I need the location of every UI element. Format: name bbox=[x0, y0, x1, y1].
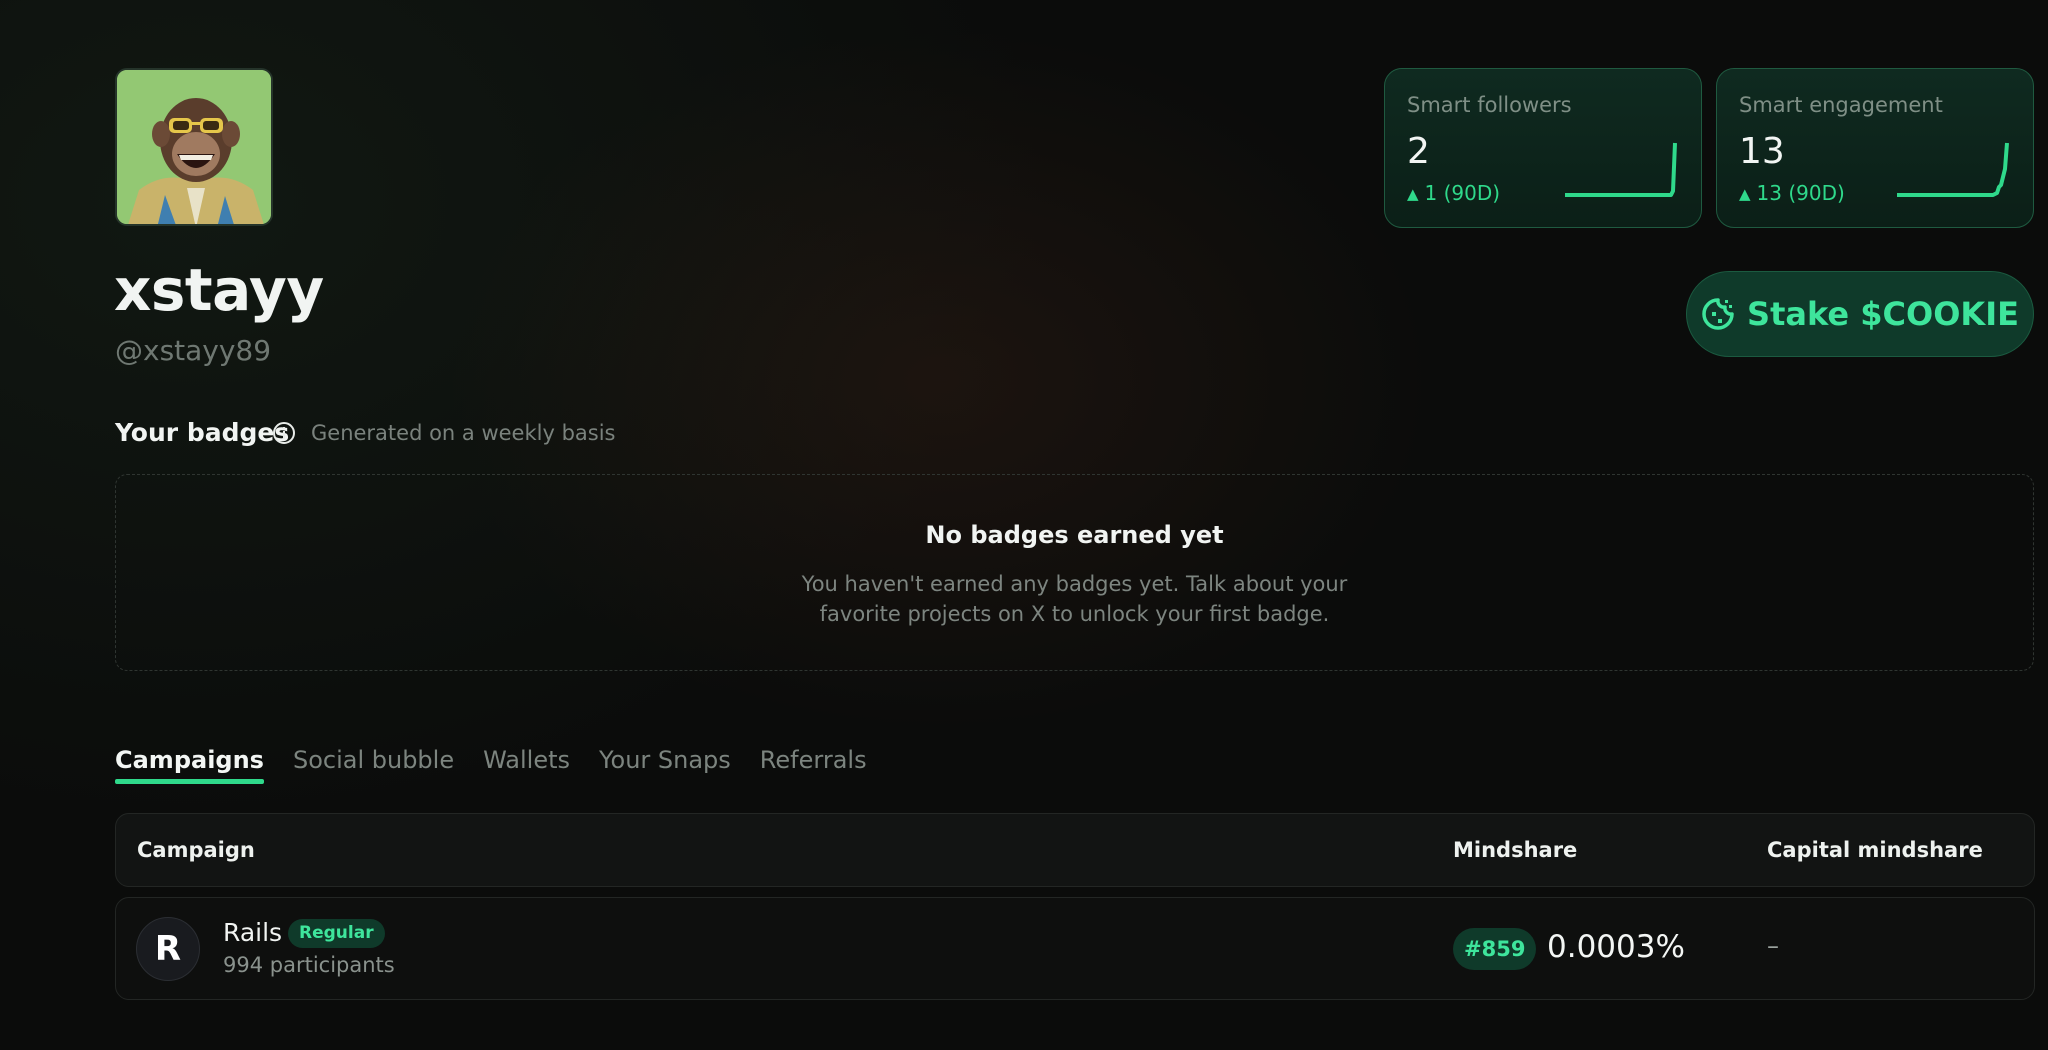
cookie-icon bbox=[1702, 298, 1734, 330]
tab-campaigns[interactable]: Campaigns bbox=[115, 746, 264, 784]
empty-state-title: No badges earned yet bbox=[925, 521, 1224, 549]
stat-delta-text: 13 (90D) bbox=[1756, 181, 1845, 205]
campaign-logo-letter: R bbox=[154, 929, 182, 969]
badges-empty-state: No badges earned yet You haven't earned … bbox=[115, 474, 2034, 671]
column-header-capital-mindshare[interactable]: Capital mindshare bbox=[1767, 838, 1983, 862]
sparkline-chart bbox=[1897, 142, 2009, 197]
campaign-tag-badge: Regular bbox=[288, 919, 385, 948]
stake-button-label: Stake $COOKIE bbox=[1747, 295, 2019, 333]
display-name: xstayy bbox=[114, 256, 324, 324]
sparkline-chart bbox=[1565, 142, 1677, 197]
user-handle: @xstayy89 bbox=[115, 334, 272, 367]
table-header: Campaign Mindshare Capital mindshare bbox=[115, 813, 2035, 887]
arrow-up-icon: ▲ bbox=[1739, 185, 1751, 203]
empty-state-line: favorite projects on X to unlock your fi… bbox=[819, 602, 1330, 626]
tab-referrals[interactable]: Referrals bbox=[760, 746, 867, 784]
badges-title: Your badges bbox=[115, 418, 290, 447]
stake-cookie-button[interactable]: Stake $COOKIE bbox=[1686, 271, 2034, 357]
stat-delta: ▲ 13 (90D) bbox=[1739, 181, 1845, 205]
stat-label: Smart engagement bbox=[1739, 93, 1943, 117]
arrow-up-icon: ▲ bbox=[1407, 185, 1419, 203]
smart-engagement-card[interactable]: Smart engagement 13 ▲ 13 (90D) bbox=[1716, 68, 2034, 228]
column-header-mindshare[interactable]: Mindshare bbox=[1453, 838, 1577, 862]
info-icon[interactable] bbox=[272, 421, 296, 445]
tab-wallets[interactable]: Wallets bbox=[483, 746, 570, 784]
stat-label: Smart followers bbox=[1407, 93, 1572, 117]
tab-your-snaps[interactable]: Your Snaps bbox=[599, 746, 731, 784]
stat-value: 13 bbox=[1739, 131, 1785, 172]
empty-state-line: You haven't earned any badges yet. Talk … bbox=[801, 572, 1348, 596]
column-header-campaign[interactable]: Campaign bbox=[137, 838, 255, 862]
smart-followers-card[interactable]: Smart followers 2 ▲ 1 (90D) bbox=[1384, 68, 1702, 228]
monkey-avatar-image bbox=[117, 70, 271, 224]
campaign-participants: 994 participants bbox=[223, 953, 395, 977]
mindshare-value: 0.0003% bbox=[1547, 929, 1685, 965]
tab-bar: Campaigns Social bubble Wallets Your Sna… bbox=[115, 746, 867, 784]
table-row[interactable]: R Rails Regular 994 participants #859 0.… bbox=[115, 897, 2035, 1000]
campaign-logo: R bbox=[136, 917, 200, 981]
avatar bbox=[115, 68, 273, 226]
stat-delta: ▲ 1 (90D) bbox=[1407, 181, 1500, 205]
sparkline-line bbox=[1897, 142, 2009, 197]
stat-value: 2 bbox=[1407, 131, 1430, 172]
empty-state-text: You haven't earned any badges yet. Talk … bbox=[116, 569, 2033, 629]
sparkline-line bbox=[1565, 142, 1677, 197]
rank-badge: #859 bbox=[1453, 928, 1537, 970]
stat-delta-text: 1 (90D) bbox=[1424, 181, 1501, 205]
campaign-name[interactable]: Rails bbox=[223, 918, 282, 947]
tab-social-bubble[interactable]: Social bubble bbox=[293, 746, 454, 784]
badges-subtitle: Generated on a weekly basis bbox=[311, 421, 616, 445]
capital-mindshare-value: – bbox=[1767, 932, 1779, 960]
